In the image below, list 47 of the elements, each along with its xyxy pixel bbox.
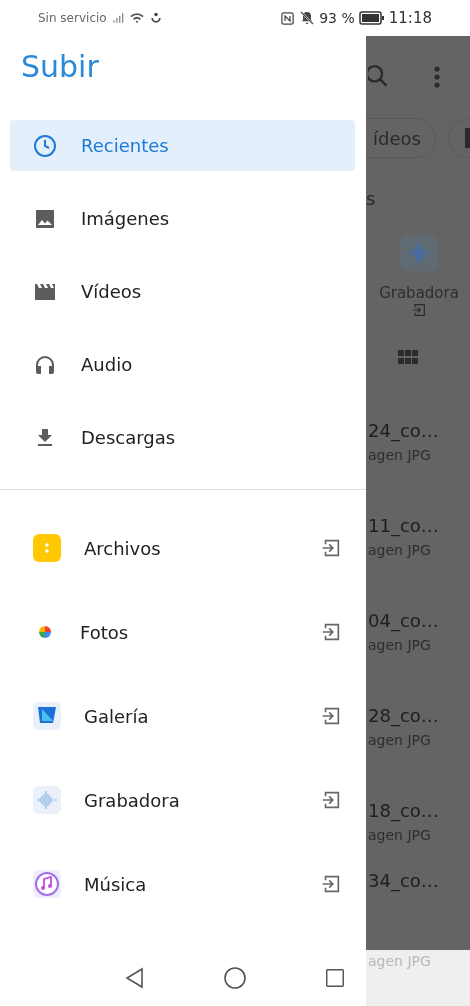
drawer-title: Subir (20, 48, 100, 86)
app-item[interactable]: Archivos (0, 524, 366, 572)
music-app-icon (33, 870, 61, 898)
app-item[interactable]: Fotos (0, 608, 366, 656)
nfc-icon (280, 10, 296, 26)
shortcut-icon (320, 621, 342, 643)
gallery-app-icon (33, 702, 61, 730)
location-item[interactable]: Imágenes (10, 193, 355, 244)
app-label: Música (84, 873, 148, 895)
file-name: 11_co… (368, 514, 439, 538)
file-name: 04_co… (368, 609, 439, 633)
app-item[interactable]: Galería (0, 692, 366, 740)
app-label: Grabadora (84, 789, 181, 811)
app-label: Galería (84, 705, 150, 727)
signal-icon (110, 11, 125, 25)
shortcut-icon (320, 705, 342, 727)
location-item[interactable]: Recientes (10, 120, 355, 171)
shortcut-icon (411, 302, 427, 318)
file-name: 24_co… (368, 419, 439, 443)
carrier-text: Sin servicio (38, 11, 107, 25)
battery-icon (358, 11, 385, 25)
shortcut-icon (320, 537, 342, 559)
location-item[interactable]: Vídeos (10, 266, 355, 317)
app-item[interactable]: Música (0, 860, 366, 908)
section-heading: s (366, 188, 377, 209)
app-label: Fotos (80, 621, 130, 643)
app-item[interactable]: Grabadora (0, 776, 366, 824)
location-item[interactable]: Descargas (10, 412, 355, 463)
clock-icon (33, 133, 57, 158)
file-name: 34_co… (368, 869, 439, 893)
location-item[interactable]: Audio (10, 339, 355, 390)
muted-bell-icon (299, 10, 316, 26)
file-name: 18_co… (368, 799, 439, 823)
app-label: Archivos (84, 537, 162, 559)
file-name: 28_co… (368, 704, 439, 728)
circle-icon (223, 966, 247, 990)
clock-time: 11:18 (388, 9, 432, 27)
hotspot-icon (148, 11, 163, 25)
wifi-icon (128, 10, 145, 26)
waveform-app-icon (33, 786, 61, 814)
waveform-app-icon (400, 235, 438, 271)
more-icon[interactable] (434, 66, 440, 88)
battery-percent: 93 % (319, 10, 355, 26)
square-icon (324, 967, 346, 989)
shortcut-icon (320, 873, 342, 895)
shortcut-icon (320, 789, 342, 811)
files-app-icon (33, 534, 61, 562)
